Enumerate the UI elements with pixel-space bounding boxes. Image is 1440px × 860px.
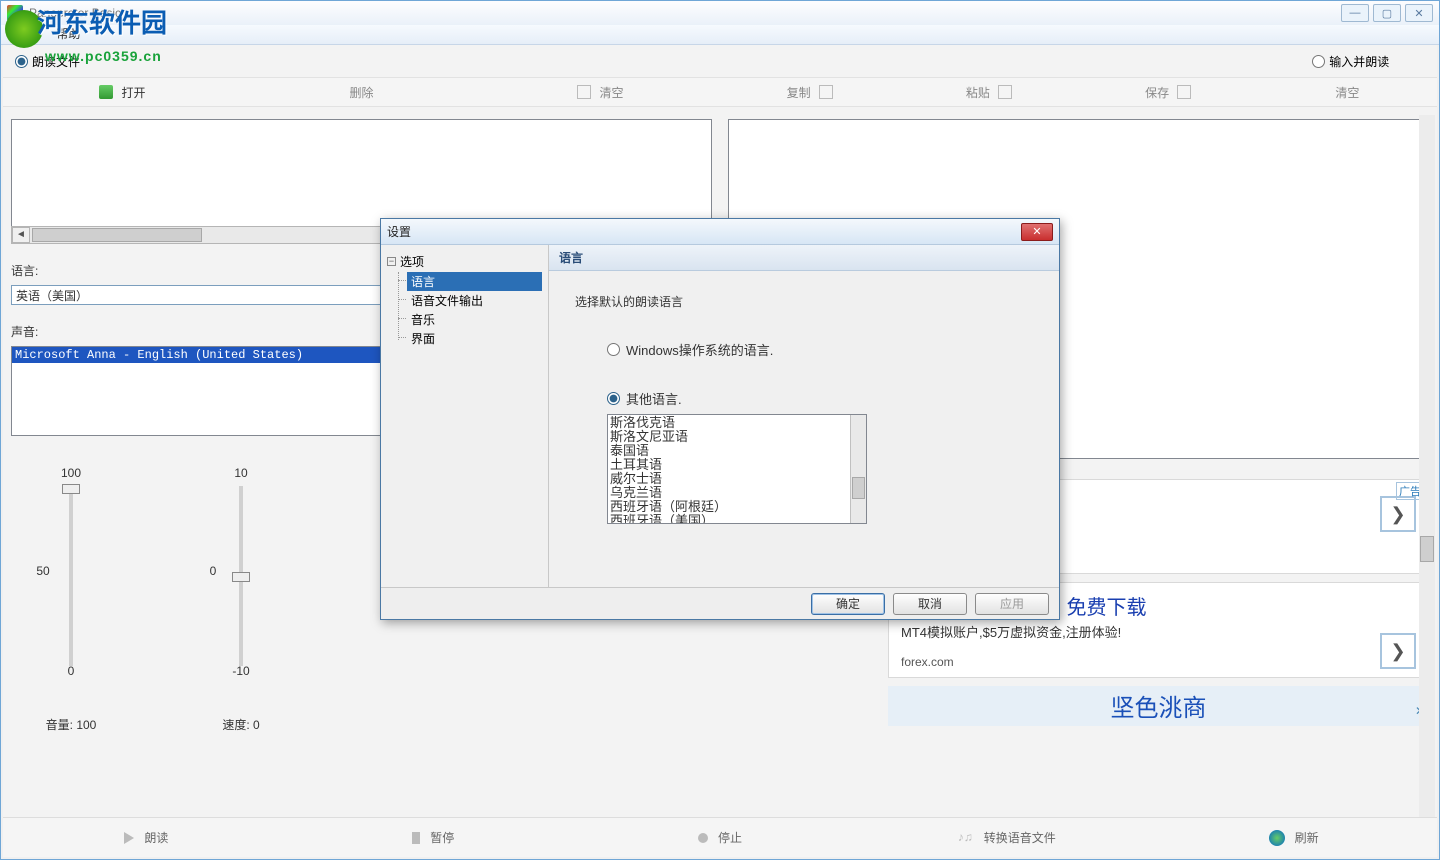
options-tree[interactable]: −选项 语言 语音文件输出 音乐 界面 (381, 245, 549, 587)
toolbar: 打开 删除 清空 复制 粘贴 保存 清空 (3, 77, 1437, 107)
cancel-button[interactable]: 取消 (893, 593, 967, 615)
app-title: Panopreter Basic (29, 6, 121, 20)
mode-read-file[interactable]: 朗读文件 (15, 53, 720, 70)
option-other-lang[interactable]: 其他语言. (607, 389, 1033, 408)
dialog-close-button[interactable]: ✕ (1021, 223, 1053, 241)
menu-help[interactable]: 帮助 (56, 27, 80, 41)
clear-left-button[interactable]: 清空 (481, 78, 720, 106)
stop-button[interactable]: 停止 (577, 829, 864, 846)
save-icon (1177, 85, 1191, 99)
dialog-title: 设置 (387, 223, 411, 240)
settings-dialog: 设置 ✕ −选项 语言 语音文件输出 音乐 界面 语言 选择默认的朗读语言 Wi… (380, 218, 1060, 620)
play-button[interactable]: 朗读 (3, 829, 290, 846)
close-button[interactable]: ✕ (1405, 4, 1433, 22)
open-button[interactable]: 打开 (3, 78, 242, 106)
paste-button[interactable]: 粘贴 (899, 78, 1078, 106)
option-windows-lang[interactable]: Windows操作系统的语言. (607, 340, 1033, 359)
ad-block-3[interactable]: ✕ 坚色洮商 (888, 686, 1429, 726)
maximize-button[interactable]: ▢ (1373, 4, 1401, 22)
mode-input-read[interactable]: 输入并朗读 (720, 53, 1425, 70)
bottom-toolbar: 朗读 暂停 停止 ♪♫转换语音文件 刷新 (3, 817, 1437, 857)
copy-icon (819, 85, 833, 99)
pause-icon (412, 832, 420, 844)
paste-icon (998, 85, 1012, 99)
ok-button[interactable]: 确定 (811, 593, 885, 615)
convert-icon: ♪♫ (958, 830, 974, 846)
section-heading: 语言 (549, 245, 1059, 271)
tree-item-language[interactable]: 语言 (407, 272, 542, 291)
prompt-text: 选择默认的朗读语言 (575, 293, 1033, 310)
tree-item-audio-output[interactable]: 语音文件输出 (407, 291, 542, 310)
titlebar: Panopreter Basic — ▢ ✕ (1, 1, 1439, 25)
play-icon (124, 832, 134, 844)
menu-file[interactable]: 文件 (11, 27, 35, 41)
refresh-icon (1269, 830, 1285, 846)
menubar: 文件 帮助 (1, 25, 1439, 45)
mode-selector: 朗读文件 输入并朗读 (3, 45, 1437, 71)
language-listbox[interactable]: 斯洛伐克语 斯洛文尼亚语 泰国语 土耳其语 威尔士语 乌克兰语 西班牙语（阿根廷… (607, 414, 867, 524)
chevron-right-icon[interactable]: ❯ (1380, 496, 1416, 532)
copy-button[interactable]: 复制 (720, 78, 899, 106)
listbox-scrollbar[interactable] (850, 415, 866, 523)
open-icon (99, 85, 113, 99)
stop-icon (698, 833, 708, 843)
app-icon (7, 5, 23, 21)
refresh-button[interactable]: 刷新 (1150, 829, 1437, 846)
save-button[interactable]: 保存 (1079, 78, 1258, 106)
right-vscroll[interactable] (1419, 115, 1435, 817)
tree-item-music[interactable]: 音乐 (407, 310, 542, 329)
delete-button[interactable]: 删除 (242, 78, 481, 106)
dialog-footer: 确定 取消 应用 (381, 587, 1059, 619)
tree-collapse-icon[interactable]: − (387, 257, 396, 266)
tree-item-interface[interactable]: 界面 (407, 329, 542, 348)
chevron-right-icon[interactable]: ❯ (1380, 633, 1416, 669)
pause-button[interactable]: 暂停 (290, 829, 577, 846)
convert-button[interactable]: ♪♫转换语音文件 (863, 829, 1150, 846)
clear-right-button[interactable]: 清空 (1258, 78, 1437, 106)
file-list[interactable] (11, 119, 712, 227)
dialog-content: 语言 选择默认的朗读语言 Windows操作系统的语言. 其他语言. 斯洛伐克语… (549, 245, 1059, 587)
apply-button[interactable]: 应用 (975, 593, 1049, 615)
dialog-titlebar[interactable]: 设置 ✕ (381, 219, 1059, 245)
clear-icon (577, 85, 591, 99)
speed-slider[interactable]: 10 0 -10 速度: 0 (201, 466, 281, 733)
minimize-button[interactable]: — (1341, 4, 1369, 22)
volume-slider[interactable]: 100 50 0 音量: 100 (31, 466, 111, 733)
